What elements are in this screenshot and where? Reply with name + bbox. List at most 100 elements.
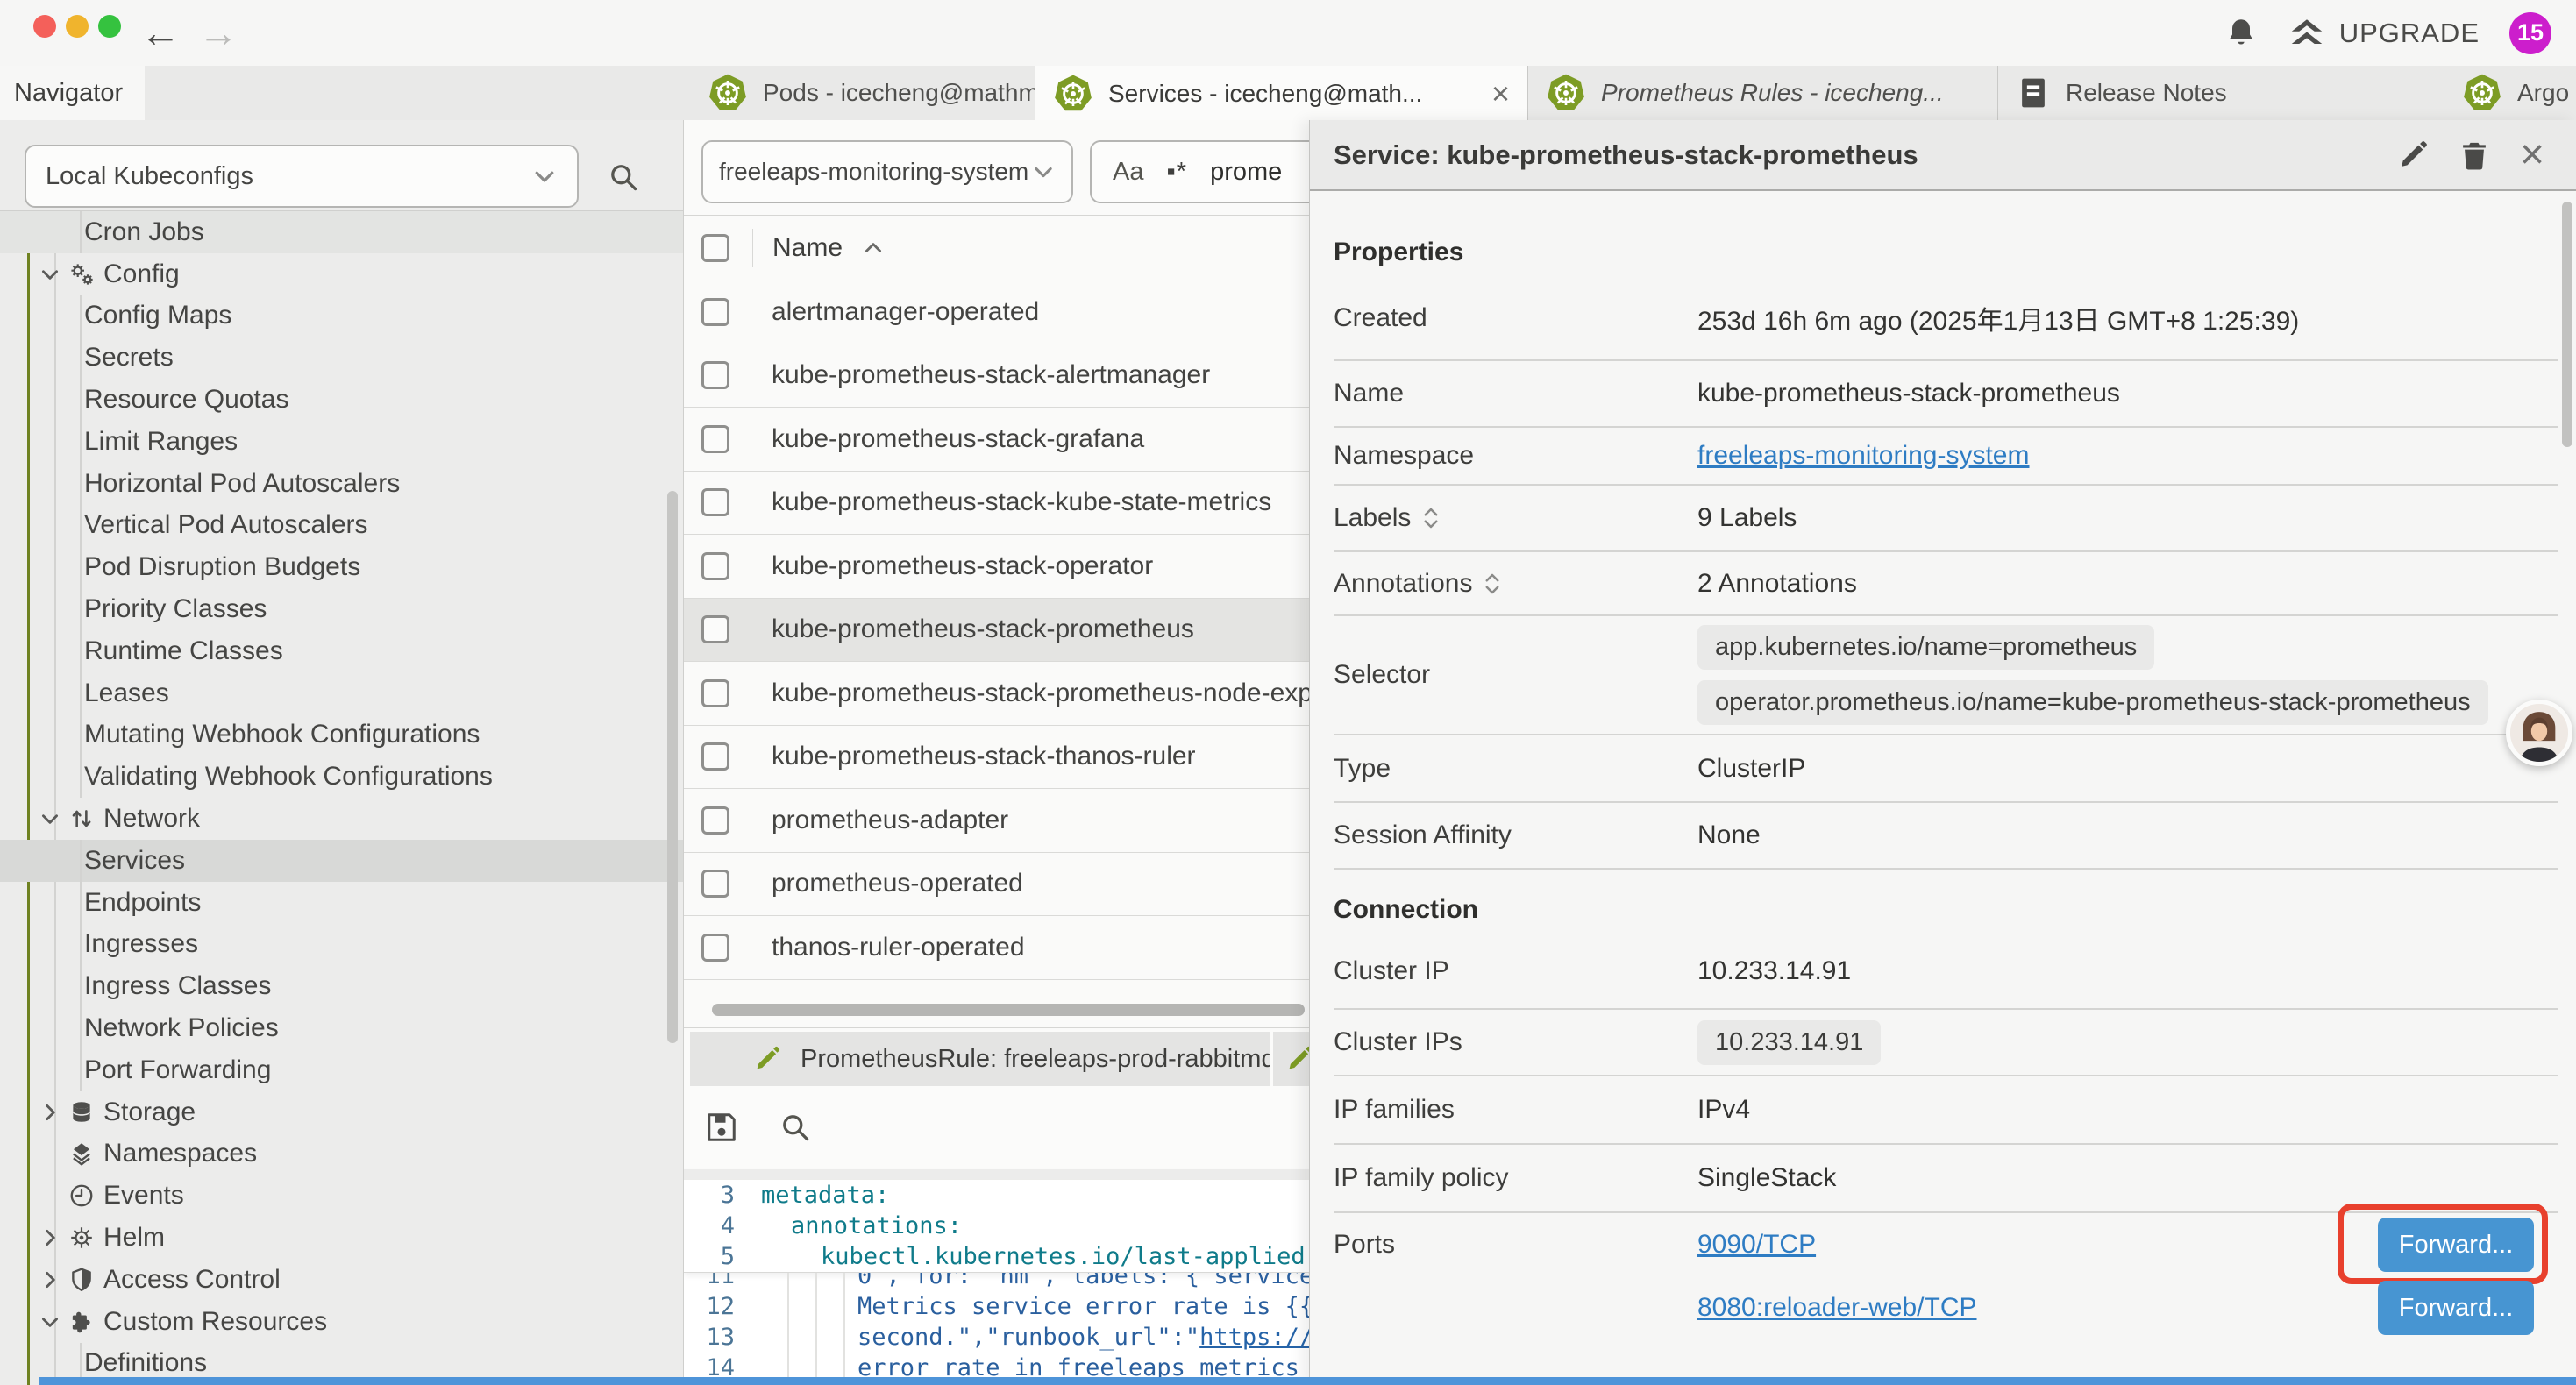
sidebar-item[interactable]: Validating Webhook Configurations	[0, 756, 684, 798]
user-avatar[interactable]	[2506, 700, 2572, 766]
sidebar-item[interactable]: Helm	[0, 1217, 684, 1259]
cluster-ip-chip: 10.233.14.91	[1697, 1020, 1881, 1065]
sidebar-item[interactable]: Config	[0, 253, 684, 295]
table-row[interactable]: kube-prometheus-stack-grafana	[684, 408, 1309, 472]
horizontal-scrollbar[interactable]	[712, 1004, 1305, 1016]
expand-collapse-icon[interactable]	[1483, 571, 1502, 597]
sidebar-scrollbar[interactable]	[667, 491, 678, 1043]
table-row[interactable]: thanos-ruler-operated	[684, 916, 1309, 980]
sidebar-item[interactable]: Secrets	[0, 337, 684, 379]
sidebar-item[interactable]: Runtime Classes	[0, 630, 684, 672]
window-zoom-button[interactable]	[98, 15, 121, 38]
sidebar-item[interactable]: Horizontal Pod Autoscalers	[0, 463, 684, 505]
table-row[interactable]: prometheus-operated	[684, 853, 1309, 917]
sidebar-item[interactable]: Services	[0, 840, 684, 882]
sidebar-item[interactable]: Ingress Classes	[0, 965, 684, 1007]
regex-toggle[interactable]: ▪*	[1166, 158, 1187, 187]
table-row[interactable]: kube-prometheus-stack-prometheus-node-ex…	[684, 662, 1309, 726]
connection-row-ip-families: IP families IPv4	[1334, 1076, 2558, 1145]
sidebar-item[interactable]: Pod Disruption Budgets	[0, 546, 684, 588]
back-button[interactable]: ←	[140, 2, 181, 63]
navigator-panel-tab[interactable]: Navigator	[0, 66, 145, 121]
name-column-header[interactable]: Name	[772, 233, 843, 263]
forward-button[interactable]: Forward...	[2378, 1281, 2534, 1335]
row-checkbox[interactable]	[701, 298, 729, 326]
sidebar-item[interactable]: Custom Resources	[0, 1301, 684, 1343]
notification-count-badge[interactable]: 15	[2509, 12, 2551, 54]
editor-tab-clipped[interactable]	[1273, 1032, 1309, 1086]
save-icon[interactable]	[703, 1109, 740, 1146]
close-icon[interactable]: ×	[2520, 139, 2544, 171]
sidebar-item[interactable]: Resource Quotas	[0, 379, 684, 421]
sidebar-item[interactable]: Network	[0, 798, 684, 840]
sidebar-item[interactable]: Network Policies	[0, 1007, 684, 1049]
notifications-bell-icon[interactable]	[2224, 16, 2259, 51]
sidebar-item[interactable]: Endpoints	[0, 882, 684, 924]
table-row[interactable]: kube-prometheus-stack-kube-state-metrics	[684, 472, 1309, 536]
sort-ascending-icon[interactable]	[862, 237, 885, 259]
sidebar-item[interactable]: Vertical Pod Autoscalers	[0, 505, 684, 547]
sidebar-item[interactable]: Limit Ranges	[0, 421, 684, 463]
tab-release-notes[interactable]: Release Notes	[1997, 66, 2444, 120]
row-checkbox[interactable]	[701, 742, 729, 771]
tab-prometheus-rules[interactable]: Prometheus Rules - icecheng...	[1527, 66, 1997, 120]
sidebar-item[interactable]: Priority Classes	[0, 588, 684, 630]
editor-link[interactable]: https://net	[1199, 1324, 1309, 1351]
row-checkbox[interactable]	[701, 361, 729, 389]
namespace-selector[interactable]: freeleaps-monitoring-system	[701, 140, 1073, 203]
filter-input[interactable]: Aa ▪* prome	[1090, 140, 1309, 203]
detail-scrollbar[interactable]	[2562, 202, 2572, 447]
namespace-link[interactable]: freeleaps-monitoring-system	[1697, 441, 2029, 471]
sidebar-item[interactable]: Access Control	[0, 1259, 684, 1301]
chevron-right-icon	[39, 1226, 61, 1249]
sidebar-item[interactable]: Config Maps	[0, 295, 684, 337]
forward-button[interactable]: →	[198, 2, 238, 63]
sidebar-item[interactable]: Leases	[0, 672, 684, 714]
port-link-8080[interactable]: 8080:reloader-web/TCP	[1697, 1293, 1977, 1323]
editor-line: 5 kubectl.kubernetes.io/last-applied-co	[684, 1241, 1309, 1272]
upgrade-button[interactable]: UPGRADE	[2288, 15, 2480, 52]
window-minimize-button[interactable]	[66, 15, 89, 38]
row-checkbox[interactable]	[701, 806, 729, 835]
sidebar-item[interactable]: Mutating Webhook Configurations	[0, 714, 684, 756]
sidebar-item[interactable]: Events	[0, 1175, 684, 1217]
port-link-9090[interactable]: 9090/TCP	[1697, 1230, 1816, 1260]
filter-query: prome	[1210, 158, 1282, 187]
sidebar-item[interactable]: Ingresses	[0, 924, 684, 966]
editor-tab-prometheusrule[interactable]: PrometheusRule: freeleaps-prod-rabbitmq	[690, 1032, 1270, 1086]
row-checkbox[interactable]	[701, 425, 729, 453]
edit-icon[interactable]	[2397, 139, 2429, 171]
table-row[interactable]: alertmanager-operated	[684, 281, 1309, 344]
tab-argo[interactable]: Argo Se	[2444, 66, 2576, 120]
table-row[interactable]: prometheus-adapter	[684, 789, 1309, 853]
editor-search-icon[interactable]	[779, 1111, 812, 1144]
table-row[interactable]: kube-prometheus-stack-operator	[684, 535, 1309, 599]
sidebar-item[interactable]: Cron Jobs	[0, 211, 684, 253]
row-checkbox[interactable]	[701, 679, 729, 707]
sidebar-item[interactable]: Storage	[0, 1091, 684, 1133]
sidebar-search-icon[interactable]	[607, 160, 640, 194]
tab-close-icon[interactable]: ×	[1474, 75, 1510, 112]
yaml-editor[interactable]: 3 metadata: 4 annotations: 5 kubectl.kub…	[684, 1169, 1309, 1385]
sidebar-item[interactable]: Namespaces	[0, 1133, 684, 1175]
row-checkbox[interactable]	[701, 488, 729, 516]
window-close-button[interactable]	[33, 15, 56, 38]
table-row[interactable]: kube-prometheus-stack-prometheus	[684, 599, 1309, 663]
row-checkbox[interactable]	[701, 615, 729, 643]
kubeconfig-selector[interactable]: Local Kubeconfigs	[25, 145, 579, 208]
expand-collapse-icon[interactable]	[1421, 505, 1441, 531]
delete-icon[interactable]	[2459, 139, 2490, 171]
row-checkbox[interactable]	[701, 870, 729, 898]
tab-services[interactable]: Services - icecheng@math... ×	[1035, 66, 1527, 121]
table-row[interactable]: kube-prometheus-stack-alertmanager	[684, 344, 1309, 408]
property-row-name: Name kube-prometheus-stack-prometheus	[1334, 361, 2558, 428]
detail-title: Service: kube-prometheus-stack-prometheu…	[1334, 139, 1918, 171]
tab-pods[interactable]: Pods - icecheng@mathmas...	[690, 66, 1035, 120]
forward-button[interactable]: Forward...	[2378, 1218, 2534, 1272]
match-case-toggle[interactable]: Aa	[1113, 158, 1143, 187]
sidebar-item[interactable]: Port Forwarding	[0, 1049, 684, 1091]
row-checkbox[interactable]	[701, 934, 729, 962]
select-all-checkbox[interactable]	[701, 234, 729, 262]
row-checkbox[interactable]	[701, 552, 729, 580]
table-row[interactable]: kube-prometheus-stack-thanos-ruler	[684, 726, 1309, 790]
